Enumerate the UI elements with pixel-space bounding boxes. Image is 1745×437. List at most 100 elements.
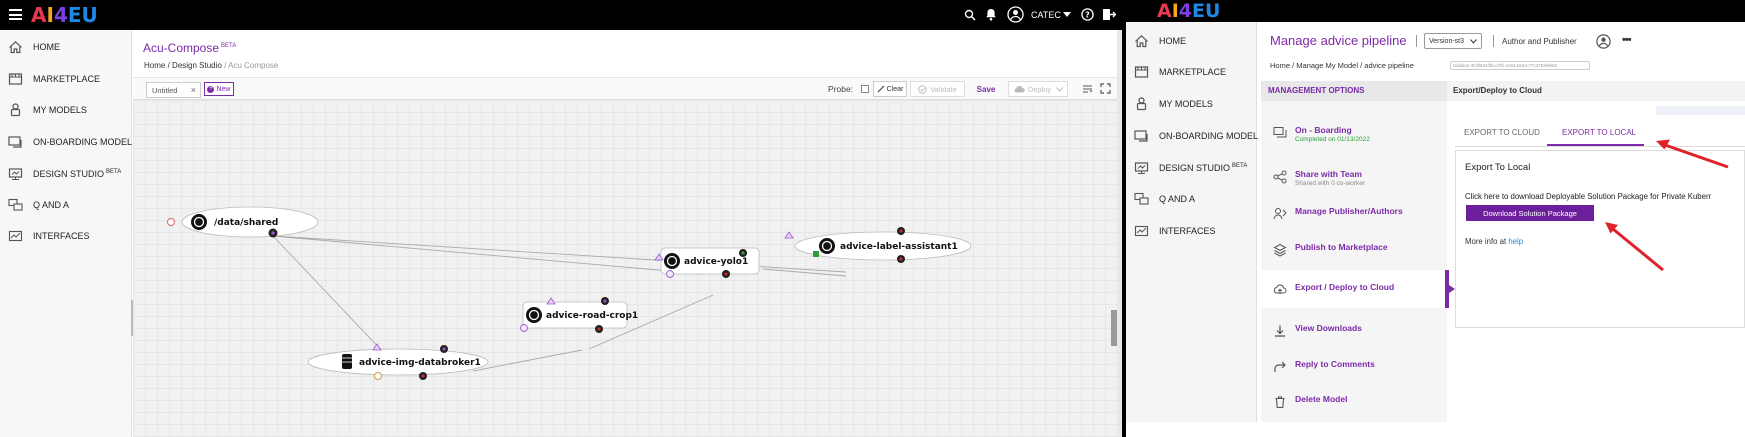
clear-button[interactable]: Clear <box>873 81 907 97</box>
marketplace-icon <box>7 72 23 86</box>
sidebar-item-onboarding[interactable]: ON-BOARDING MODEL <box>0 128 132 156</box>
chevron-down-icon[interactable] <box>1063 12 1071 18</box>
breadcrumb-current: Acu Compose <box>228 61 279 70</box>
connection-line[interactable] <box>762 268 847 277</box>
save-button[interactable]: Save <box>970 81 1002 97</box>
arrow-to-download-button <box>1605 222 1664 272</box>
help-icon[interactable]: ? <box>1081 8 1094 21</box>
tab-untitled[interactable]: Untitled × <box>146 82 201 98</box>
top-bar: AI4EU CATEC ? <box>0 0 1122 30</box>
node-label: advice-road-crop1 <box>546 311 638 321</box>
breadcrumb-separator: / <box>224 61 227 70</box>
home-icon <box>7 40 23 54</box>
annotation-arrows <box>1605 139 1729 272</box>
validate-button[interactable]: Validate <box>910 81 965 97</box>
search-icon[interactable] <box>964 9 976 21</box>
beta-tag: BETA <box>221 43 237 49</box>
tab-label: Untitled <box>152 86 178 95</box>
page-title: Acu-Compose BETA <box>143 41 236 55</box>
sidebar: HOME MARKETPLACE MY MODELS ON-BOARDING M… <box>0 30 135 437</box>
manage-model-window: AI4EU HOME MARKETPLACE MY MODELS ON-BOAR… <box>1126 0 1745 437</box>
breadcrumb-separator: / <box>167 61 170 70</box>
ai4eu-logo[interactable]: AI4EU <box>31 3 98 27</box>
node-label: advice-label-assistant1 <box>840 242 958 252</box>
connection-line[interactable] <box>472 349 583 372</box>
pipeline-graph: /data/shared advice-label-assistant1 adv… <box>167 206 972 380</box>
design-studio-icon <box>7 167 23 181</box>
clear-label: Clear <box>886 85 904 93</box>
sidebar-item-label: MY MODELS <box>33 105 87 115</box>
node-icon <box>664 253 680 269</box>
properties-panel-icon[interactable] <box>1082 84 1093 94</box>
sidebar-item-label: HOME <box>33 42 60 52</box>
node-road-crop[interactable]: advice-road-crop1 <box>520 297 639 333</box>
sidebar-item-design-studio[interactable]: DESIGN STUDIO BETA <box>0 160 132 188</box>
probe-checkbox[interactable] <box>861 85 869 93</box>
logo-letter: I <box>46 3 54 27</box>
logout-icon[interactable] <box>1102 8 1116 21</box>
sidebar-item-home[interactable]: HOME <box>0 33 132 61</box>
svg-text:?: ? <box>1085 11 1090 20</box>
acu-compose-window: AI4EU CATEC ? HOME MARKETPLACE MY MODELS… <box>0 0 1122 437</box>
sidebar-item-interfaces[interactable]: INTERFACES <box>0 222 132 250</box>
node-databroker[interactable]: advice-img-databroker1 <box>307 343 489 380</box>
add-icon: + <box>207 85 215 93</box>
user-name[interactable]: CATEC <box>1031 10 1061 20</box>
sidebar-item-my-models[interactable]: MY MODELS <box>0 96 132 124</box>
sidebar-item-text: DESIGN STUDIO <box>33 169 105 179</box>
page-title-text: Acu-Compose <box>143 41 220 55</box>
save-label: Save <box>976 84 996 94</box>
input-port[interactable] <box>784 231 794 239</box>
input-port[interactable] <box>167 218 175 226</box>
validate-label: Validate <box>930 84 957 94</box>
beta-tag: BETA <box>106 169 122 175</box>
fullscreen-icon[interactable] <box>1100 83 1111 94</box>
shared-node-icon <box>191 214 207 230</box>
input-port[interactable] <box>813 251 819 257</box>
probe-label: Probe: <box>828 84 854 94</box>
connection-line[interactable] <box>272 235 847 273</box>
node-label-assistant[interactable]: advice-label-assistant1 <box>784 227 972 263</box>
deploy-button[interactable]: Deploy <box>1008 81 1068 97</box>
input-port[interactable] <box>666 270 674 278</box>
breadcrumb-design-studio[interactable]: Design Studio <box>172 61 222 70</box>
breadcrumb-home[interactable]: Home <box>144 61 165 70</box>
connection-line[interactable] <box>272 235 704 275</box>
close-tab-icon[interactable]: × <box>191 85 196 95</box>
input-port[interactable] <box>372 343 382 351</box>
database-icon <box>342 354 352 369</box>
compose-toolbar: Untitled × + New Probe: Clear Validate S… <box>133 77 1117 100</box>
interfaces-icon <box>7 229 23 243</box>
bell-icon[interactable] <box>985 8 997 21</box>
design-canvas[interactable]: /data/shared advice-label-assistant1 adv… <box>133 100 1117 437</box>
qa-icon <box>7 198 23 212</box>
onboarding-icon <box>7 135 23 149</box>
node-label: advice-yolo1 <box>684 257 748 267</box>
models-icon <box>7 103 23 117</box>
new-button[interactable]: + New <box>204 82 234 96</box>
new-button-label: New <box>216 85 231 93</box>
sidebar-item-q-and-a[interactable]: Q AND A <box>0 191 132 219</box>
user-avatar-icon[interactable] <box>1007 6 1024 23</box>
node-icon <box>526 307 542 323</box>
input-port[interactable] <box>520 324 528 332</box>
node-data-shared[interactable]: /data/shared <box>167 206 319 238</box>
sidebar-item-marketplace[interactable]: MARKETPLACE <box>0 65 132 93</box>
logo-letter: A <box>31 3 47 27</box>
arrow-to-export-local <box>1656 139 1729 169</box>
brush-icon <box>877 85 885 93</box>
node-label: /data/shared <box>214 218 278 228</box>
check-circle-icon <box>918 84 928 94</box>
deploy-label: Deploy <box>1027 84 1052 94</box>
cloud-icon <box>1014 85 1025 93</box>
chevron-down-icon <box>1056 86 1064 92</box>
logo-letter: EU <box>67 3 98 27</box>
sidebar-item-label: INTERFACES <box>33 231 90 241</box>
menu-icon[interactable] <box>9 9 22 20</box>
breadcrumb: Home / Design Studio / Acu Compose <box>144 61 278 70</box>
node-yolo[interactable]: advice-yolo1 <box>654 247 760 278</box>
sidebar-item-label: Q AND A <box>33 200 70 210</box>
logo-letter: 4 <box>53 3 68 27</box>
input-port[interactable] <box>374 372 382 380</box>
input-port[interactable] <box>546 297 556 305</box>
